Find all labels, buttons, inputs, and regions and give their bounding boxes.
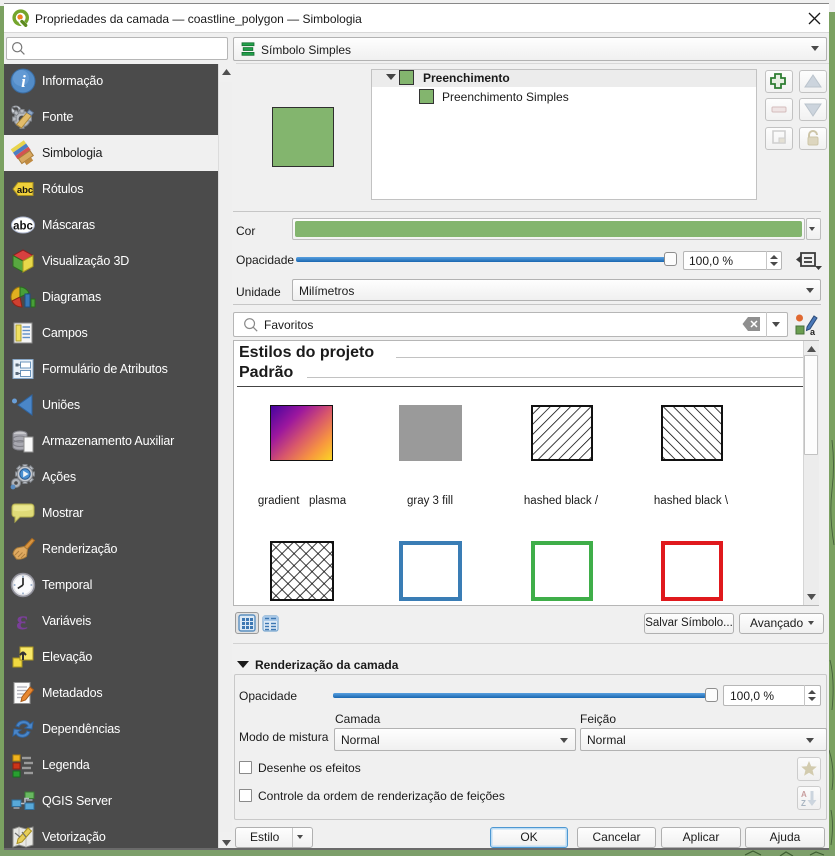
svg-text:Z: Z <box>801 799 806 807</box>
svg-text:a: a <box>810 327 816 337</box>
svg-text:A: A <box>801 790 807 799</box>
svg-text:abc: abc <box>17 185 33 196</box>
svg-text:abc: abc <box>13 221 33 233</box>
svg-text:i: i <box>21 72 26 91</box>
svg-text:ε: ε <box>16 608 28 634</box>
